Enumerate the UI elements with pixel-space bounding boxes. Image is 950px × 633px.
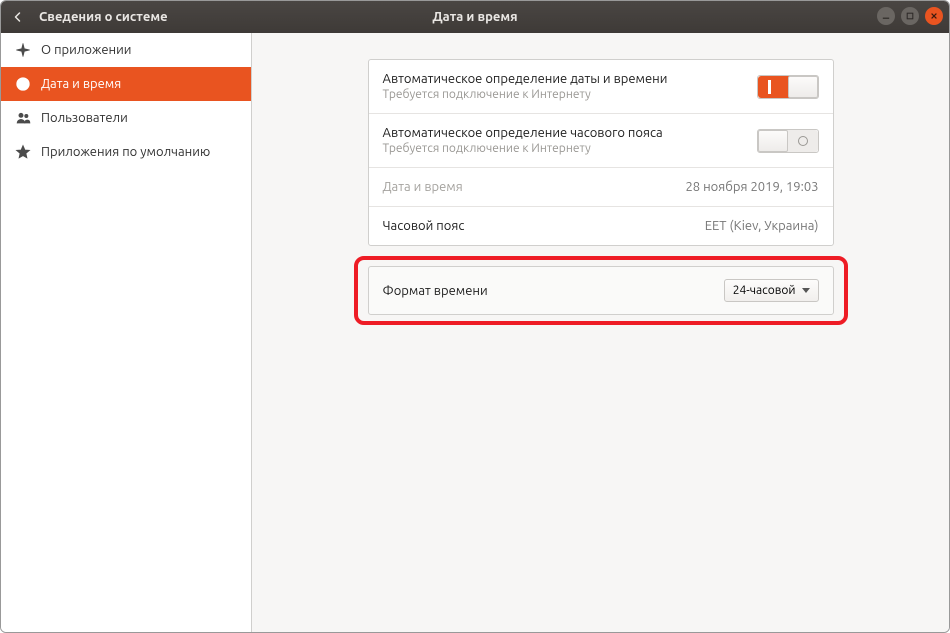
auto-timezone-row: Автоматическое определение часового пояс… <box>369 114 833 168</box>
time-format-selected: 24-часовой <box>733 284 796 297</box>
datetime-settings-panel: Автоматическое определение даты и времен… <box>368 59 834 246</box>
settings-window: Сведения о системе Дата и время О прилож… <box>0 0 950 633</box>
close-icon <box>930 12 938 20</box>
sidebar-item-label: О приложении <box>41 43 131 57</box>
close-button[interactable] <box>925 7 943 25</box>
time-format-label: Формат времени <box>383 284 488 298</box>
time-format-row: Формат времени 24-часовой <box>369 267 833 314</box>
timezone-row[interactable]: Часовой пояс EET (Kiev, Украина) <box>369 207 833 245</box>
window-controls <box>877 7 943 25</box>
time-format-panel-highlight: Формат времени 24-часовой <box>368 266 834 315</box>
maximize-icon <box>906 12 914 20</box>
caret-down-icon <box>802 288 810 293</box>
auto-datetime-toggle[interactable] <box>757 75 819 99</box>
sidebar-item-default-apps[interactable]: Приложения по умолчанию <box>1 135 251 169</box>
star-icon <box>15 144 31 160</box>
timezone-label: Часовой пояс <box>383 219 465 233</box>
window-titlebar: Сведения о системе Дата и время <box>1 1 949 33</box>
minimize-button[interactable] <box>877 7 895 25</box>
sidebar-item-about[interactable]: О приложении <box>1 33 251 67</box>
time-format-panel: Формат времени 24-часовой <box>368 266 834 315</box>
content-area: Автоматическое определение даты и времен… <box>252 33 949 633</box>
datetime-row[interactable]: Дата и время 28 ноября 2019, 19:03 <box>369 168 833 207</box>
time-format-dropdown[interactable]: 24-часовой <box>724 279 819 302</box>
clock-icon <box>15 76 31 92</box>
back-button[interactable] <box>1 1 35 33</box>
window-body: О приложении Дата и время Пользователи П… <box>1 33 949 633</box>
sidebar: О приложении Дата и время Пользователи П… <box>1 33 252 633</box>
chevron-left-icon <box>12 11 24 23</box>
auto-datetime-row: Автоматическое определение даты и времен… <box>369 60 833 114</box>
sidebar-item-label: Пользователи <box>41 111 128 125</box>
sidebar-item-datetime[interactable]: Дата и время <box>1 67 251 101</box>
datetime-value: 28 ноября 2019, 19:03 <box>685 180 818 194</box>
timezone-value: EET (Kiev, Украина) <box>705 219 819 233</box>
sidebar-item-label: Дата и время <box>41 77 121 91</box>
datetime-label: Дата и время <box>383 180 463 194</box>
auto-datetime-title: Автоматическое определение даты и времен… <box>383 72 668 86</box>
maximize-button[interactable] <box>901 7 919 25</box>
minimize-icon <box>882 12 890 20</box>
auto-datetime-sub: Требуется подключение к Интернету <box>383 88 668 101</box>
auto-timezone-sub: Требуется подключение к Интернету <box>383 142 663 155</box>
header-section-title: Сведения о системе <box>39 10 168 24</box>
sidebar-item-users[interactable]: Пользователи <box>1 101 251 135</box>
auto-timezone-title: Автоматическое определение часового пояс… <box>383 126 663 140</box>
sidebar-item-label: Приложения по умолчанию <box>41 145 210 159</box>
users-icon <box>15 110 31 126</box>
sparkle-icon <box>15 42 31 58</box>
auto-timezone-toggle[interactable] <box>757 129 819 153</box>
